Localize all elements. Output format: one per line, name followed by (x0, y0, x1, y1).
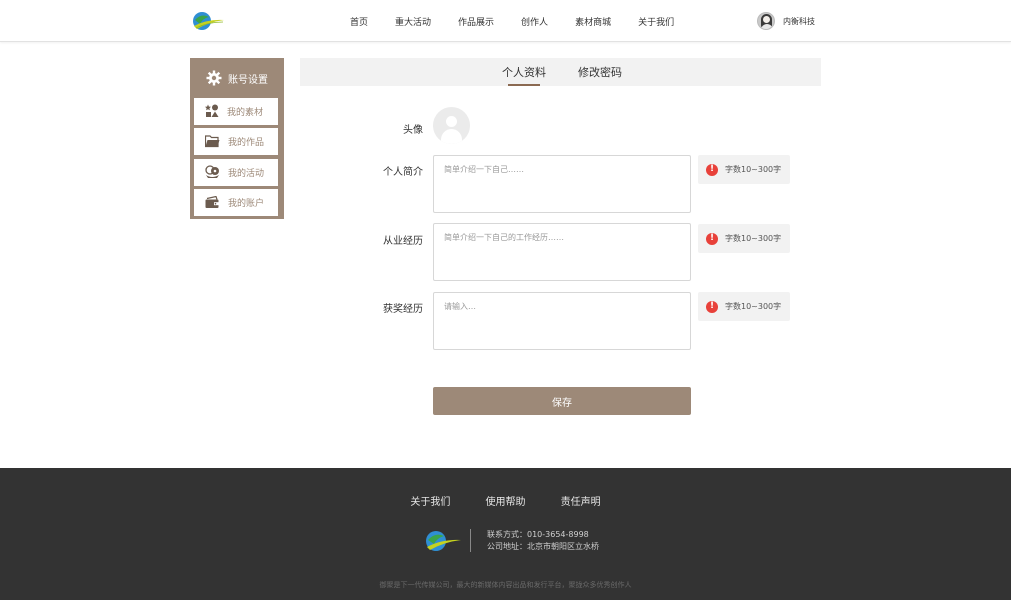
hint-text: 字数10~300字 (725, 234, 782, 243)
footer-link-disclaimer[interactable]: 责任声明 (561, 493, 601, 508)
bio-textarea[interactable] (433, 155, 691, 213)
awards-label: 获奖经历 (383, 304, 423, 315)
awards-hint: ! 字数10~300字 (698, 292, 790, 321)
nav-home[interactable]: 首页 (350, 15, 368, 28)
tab-label: 个人资料 (502, 66, 546, 79)
nav-events[interactable]: 重大活动 (395, 15, 431, 28)
experience-hint: ! 字数10~300字 (698, 224, 790, 253)
folder-icon (205, 135, 220, 148)
footer-divider (470, 529, 471, 552)
bio-label: 个人简介 (383, 167, 423, 178)
warning-icon: ! (706, 163, 718, 176)
avatar-label: 头像 (403, 125, 423, 136)
sidebar-item-label: 我的素材 (227, 107, 264, 118)
footer-link-about[interactable]: 关于我们 (410, 493, 450, 508)
footer-links: 关于我们 使用帮助 责任声明 (0, 490, 1011, 509)
nav-about[interactable]: 关于我们 (638, 15, 674, 28)
awards-textarea[interactable] (433, 292, 691, 350)
account-sidebar: 账号设置 我的素材 我的作品 我的活动 我的账户 (190, 58, 284, 219)
sidebar-item-activities[interactable]: 我的活动 (194, 158, 278, 186)
sidebar-item-label: 我的账户 (228, 199, 265, 209)
footer-slogan: 御聚是下一代传媒公司，最大的新媒体内容出品和发行平台，聚拢众多优秀创作人 (379, 581, 632, 589)
user-avatar[interactable] (757, 12, 775, 30)
warning-icon: ! (706, 232, 718, 245)
user-menu[interactable]: 内衡科技 (757, 12, 815, 30)
sidebar-item-label: 我的活动 (228, 168, 265, 179)
profile-tabs: 个人资料 修改密码 (300, 58, 821, 86)
materials-icon (205, 104, 219, 117)
user-name[interactable]: 内衡科技 (783, 16, 815, 27)
footer-address: 公司地址：北京市朝阳区立水桥 (487, 542, 599, 551)
wallet-icon (205, 196, 219, 208)
hint-text: 字数10~300字 (725, 165, 782, 174)
footer-link-help[interactable]: 使用帮助 (486, 493, 526, 508)
logo-icon[interactable] (191, 9, 225, 33)
bio-hint: ! 字数10~300字 (698, 155, 790, 184)
tab-profile[interactable]: 个人资料 (501, 58, 547, 86)
hint-text: 字数10~300字 (725, 302, 782, 311)
avatar-upload[interactable] (433, 107, 470, 144)
save-button[interactable]: 保存 (433, 387, 691, 415)
activity-icon (205, 165, 219, 178)
warning-icon: ! (706, 300, 718, 313)
nav-creators[interactable]: 创作人 (521, 15, 548, 28)
footer-logo-icon (426, 531, 461, 551)
main-nav: 首页 重大活动 作品展示 创作人 素材商城 关于我们 (338, 0, 701, 42)
tab-change-password[interactable]: 修改密码 (578, 58, 622, 86)
top-header: 首页 重大活动 作品展示 创作人 素材商城 关于我们 内衡科技 (0, 0, 1011, 42)
sidebar-item-materials[interactable]: 我的素材 (194, 97, 278, 125)
site-footer: 关于我们 使用帮助 责任声明 联系方式：010-3654-8998 公司地址：北… (0, 468, 1011, 600)
footer-contact: 联系方式：010-3654-8998 公司地址：北京市朝阳区立水桥 (487, 529, 599, 553)
sidebar-item-works[interactable]: 我的作品 (194, 128, 278, 155)
gear-icon (206, 70, 222, 86)
sidebar-header: 账号设置 (194, 62, 280, 94)
sidebar-item-account[interactable]: 我的账户 (194, 189, 278, 216)
sidebar-item-label: 我的作品 (228, 138, 265, 148)
nav-works[interactable]: 作品展示 (458, 15, 494, 28)
experience-textarea[interactable] (433, 223, 691, 281)
tab-label: 修改密码 (578, 66, 622, 79)
footer-phone: 联系方式：010-3654-8998 (487, 530, 589, 539)
sidebar-title: 账号设置 (228, 74, 268, 86)
experience-label: 从业经历 (383, 236, 423, 247)
nav-store[interactable]: 素材商城 (575, 15, 611, 28)
